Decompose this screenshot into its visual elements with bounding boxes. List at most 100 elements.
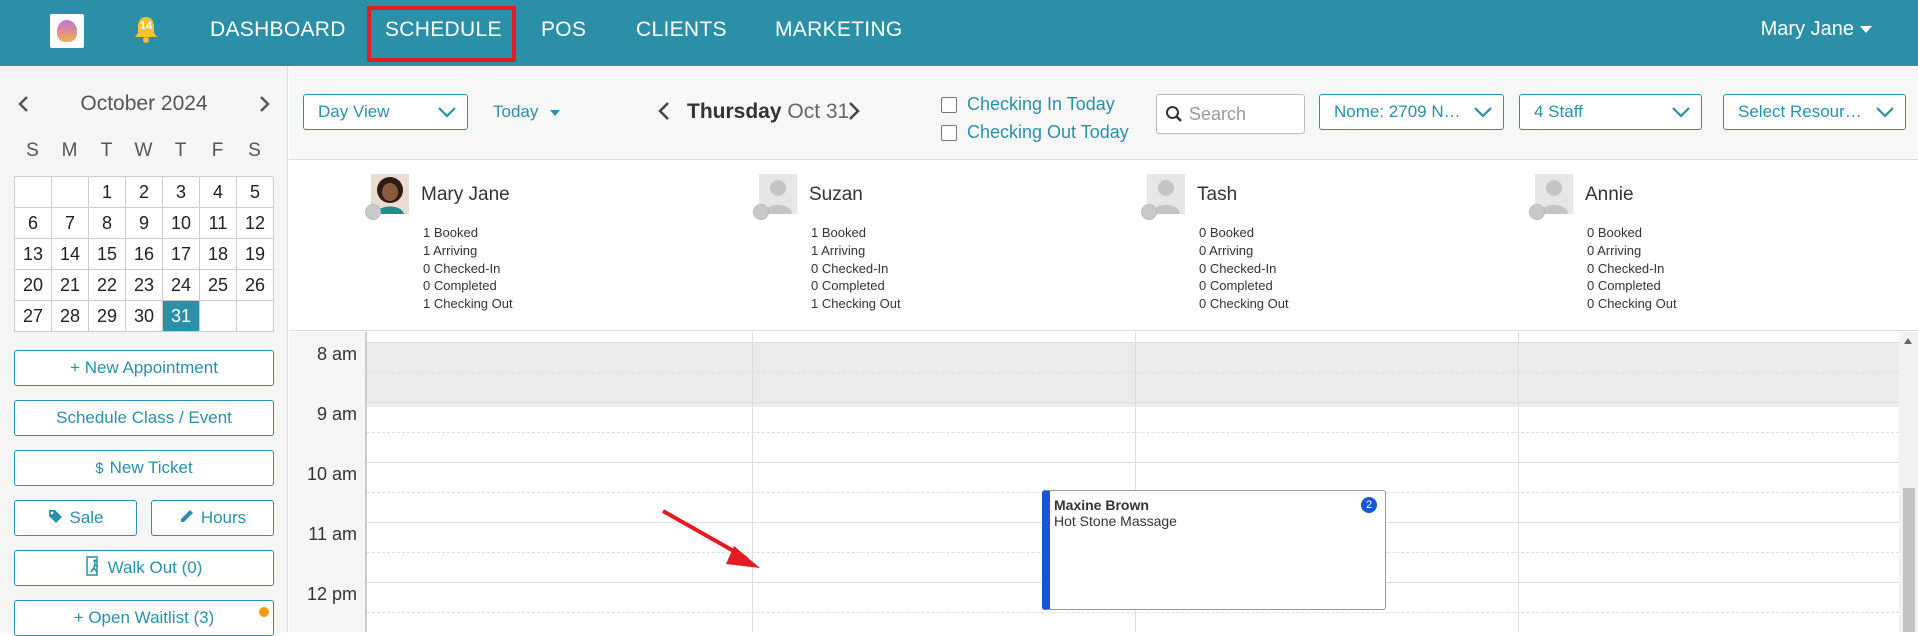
search-input[interactable]: Search xyxy=(1156,94,1305,134)
staff-column: Annie 0 Booked 0 Arriving 0 Checked-In 0… xyxy=(1529,174,1915,324)
checking-in-checkbox[interactable] xyxy=(941,96,957,113)
resource-select-value: Select Resour… xyxy=(1738,102,1862,121)
calendar-day[interactable]: 5 xyxy=(237,177,274,208)
notifications-bell-icon[interactable]: 14 xyxy=(132,14,160,44)
appointment-card[interactable]: Maxine Brown Hot Stone Massage 2 xyxy=(1042,490,1386,610)
schedule-scrollbar[interactable] xyxy=(1899,332,1918,632)
staff-stat: 0 Checked-In xyxy=(423,260,501,276)
staff-status-dot xyxy=(1141,204,1157,220)
calendar-day[interactable]: 17 xyxy=(163,239,200,270)
nav-pos[interactable]: POS xyxy=(541,18,586,42)
calendar-day[interactable]: 19 xyxy=(237,239,274,270)
calendar-day[interactable]: 8 xyxy=(89,208,126,239)
staff-stat: 0 Completed xyxy=(811,278,885,294)
checking-out-filter[interactable]: Checking Out Today xyxy=(941,122,1129,143)
staff-stat: 0 Checking Out xyxy=(1199,296,1289,312)
sale-button[interactable]: Sale xyxy=(14,500,137,536)
calendar-day[interactable]: 21 xyxy=(52,270,89,301)
staff-header-row: Mary Jane 1 Booked 1 Arriving 0 Checked-… xyxy=(289,161,1918,331)
calendar-day[interactable]: 24 xyxy=(163,270,200,301)
calendar-day[interactable]: 30 xyxy=(126,301,163,332)
calendar-day[interactable]: 15 xyxy=(89,239,126,270)
location-select[interactable]: Nome: 2709 N… xyxy=(1319,94,1504,130)
user-name: Mary Jane xyxy=(1760,18,1854,40)
staff-name[interactable]: Suzan xyxy=(809,184,863,206)
top-nav: 14 DASHBOARD SCHEDULE POS CLIENTS MARKET… xyxy=(0,0,1918,66)
new-ticket-label: New Ticket xyxy=(109,458,193,477)
calendar-empty-cell xyxy=(15,177,52,208)
next-day-icon[interactable] xyxy=(847,100,861,122)
calendar-weekday-row: S M TWT F S xyxy=(14,140,273,162)
calendar-day[interactable]: 12 xyxy=(237,208,274,239)
calendar-day[interactable]: 10 xyxy=(163,208,200,239)
open-waitlist-label: + Open Waitlist (3) xyxy=(73,608,215,627)
new-ticket-button[interactable]: $ New Ticket xyxy=(14,450,274,486)
calendar-day[interactable]: 22 xyxy=(89,270,126,301)
nav-clients[interactable]: CLIENTS xyxy=(636,18,727,42)
chevron-down-icon xyxy=(1474,107,1492,118)
staff-stat: 1 Arriving xyxy=(811,242,866,258)
calendar-day[interactable]: 26 xyxy=(237,270,274,301)
staff-status-dot xyxy=(753,204,769,220)
new-appointment-button[interactable]: + New Appointment xyxy=(14,350,274,386)
calendar-day[interactable]: 7 xyxy=(52,208,89,239)
calendar-day[interactable]: 29 xyxy=(89,301,126,332)
hours-button[interactable]: Hours xyxy=(151,500,274,536)
logo-mark xyxy=(57,20,77,42)
staff-name[interactable]: Annie xyxy=(1585,184,1634,206)
calendar-day[interactable]: 4 xyxy=(200,177,237,208)
calendar-day[interactable]: 27 xyxy=(15,301,52,332)
calendar-day[interactable]: 9 xyxy=(126,208,163,239)
previous-day-icon[interactable] xyxy=(657,100,671,122)
staff-status-dot xyxy=(365,204,381,220)
calendar-day[interactable]: 16 xyxy=(126,239,163,270)
time-label: 9 am xyxy=(316,404,357,424)
current-date: Thursday Oct 31 xyxy=(687,100,849,124)
app-logo[interactable] xyxy=(50,14,84,48)
tag-icon xyxy=(47,508,63,528)
calendar-day[interactable]: 11 xyxy=(200,208,237,239)
calendar-day[interactable]: 13 xyxy=(15,239,52,270)
chevron-down-icon xyxy=(1860,26,1872,34)
calendar-day[interactable]: 6 xyxy=(15,208,52,239)
nav-marketing[interactable]: MARKETING xyxy=(775,18,903,42)
time-label: 11 am xyxy=(308,524,357,544)
calendar-day[interactable]: 1 xyxy=(89,177,126,208)
today-button[interactable]: Today xyxy=(493,102,561,122)
calendar-day[interactable]: 23 xyxy=(126,270,163,301)
chevron-down-icon xyxy=(1672,107,1690,118)
checking-out-checkbox[interactable] xyxy=(941,124,957,141)
calendar-weekday: W xyxy=(134,140,153,161)
calendar-empty-cell xyxy=(237,301,274,332)
schedule-grid[interactable]: 8 am 9 am 10 am 11 am 12 pm Maxine Brown… xyxy=(289,332,1899,632)
view-select[interactable]: Day View xyxy=(303,94,468,130)
calendar-next-month-icon[interactable] xyxy=(254,92,274,116)
staff-stat: 1 Booked xyxy=(423,225,478,240)
calendar-day[interactable]: 28 xyxy=(52,301,89,332)
time-label: 12 pm xyxy=(306,584,357,604)
calendar-weekday: S xyxy=(26,140,39,161)
staff-select[interactable]: 4 Staff xyxy=(1519,94,1702,130)
checking-in-filter[interactable]: Checking In Today xyxy=(941,94,1115,115)
scroll-thumb[interactable] xyxy=(1903,488,1915,632)
calendar-day[interactable]: 14 xyxy=(52,239,89,270)
calendar-day[interactable]: 31 xyxy=(163,301,200,332)
calendar-day[interactable]: 20 xyxy=(15,270,52,301)
staff-status-dot xyxy=(1529,204,1545,220)
scroll-up-icon[interactable] xyxy=(1904,338,1912,344)
schedule-class-button[interactable]: Schedule Class / Event xyxy=(14,400,274,436)
walk-out-button[interactable]: Walk Out (0) xyxy=(14,550,274,586)
staff-name[interactable]: Mary Jane xyxy=(421,184,510,206)
calendar-day[interactable]: 18 xyxy=(200,239,237,270)
search-placeholder: Search xyxy=(1189,104,1247,124)
calendar-day[interactable]: 25 xyxy=(200,270,237,301)
open-waitlist-button[interactable]: + Open Waitlist (3) xyxy=(14,600,274,636)
resource-select[interactable]: Select Resour… xyxy=(1723,94,1906,130)
user-menu[interactable]: Mary Jane xyxy=(1761,18,1872,41)
calendar-day[interactable]: 2 xyxy=(126,177,163,208)
calendar-day[interactable]: 3 xyxy=(163,177,200,208)
staff-name[interactable]: Tash xyxy=(1197,184,1237,206)
chevron-down-icon xyxy=(438,107,456,118)
nav-dashboard[interactable]: DASHBOARD xyxy=(210,18,346,42)
staff-stat: 0 Completed xyxy=(423,278,497,294)
